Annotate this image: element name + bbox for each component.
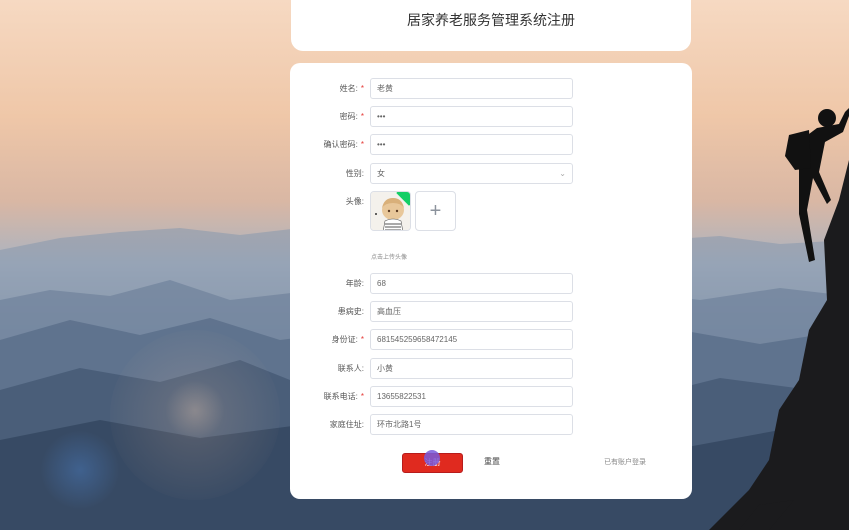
upload-hint: 点击上传头像 — [371, 255, 408, 261]
password-input[interactable]: ••• — [370, 106, 573, 127]
form-row-password: 密码: * ••• — [290, 106, 692, 128]
form-row-id-card: 身份证: * 681545259658472145 — [290, 329, 692, 351]
required-mark: * — [360, 84, 364, 93]
field-label: 家庭住址: — [329, 420, 364, 429]
field-label: 年龄: — [345, 279, 364, 288]
required-mark: * — [360, 335, 364, 344]
form-row-gender: 性别: 女 ⌄ — [290, 163, 692, 185]
field-label: 联系人: — [337, 364, 364, 373]
plus-icon: + — [429, 199, 442, 222]
page-title: 居家养老服务管理系统注册 — [407, 11, 575, 28]
field-label: 密码: * — [339, 112, 364, 121]
age-input[interactable]: 68 — [370, 273, 573, 294]
form-row-avatar: 头像: — [290, 191, 692, 213]
contact-person-input[interactable]: 小黄 — [370, 358, 573, 379]
field-label: 联系电话: * — [323, 392, 364, 401]
name-input[interactable]: 老黄 — [370, 78, 573, 99]
field-label: 性别: — [345, 169, 364, 178]
form-row-age: 年龄: 68 — [290, 273, 692, 295]
medical-history-input[interactable]: 高血压 — [370, 301, 573, 322]
avatar-thumbnail[interactable] — [370, 191, 411, 231]
reset-button[interactable]: 重置 — [484, 456, 500, 467]
registration-form: 姓名: * 老黄 密码: * ••• 确认密码: * ••• 性别: 女 ⌄ 头像: — [290, 63, 692, 499]
page-title-card: 居家养老服务管理系统注册 — [291, 0, 691, 51]
form-row-address: 家庭住址: 环市北路1号 — [290, 414, 692, 436]
phone-input[interactable]: 13655822531 — [370, 386, 573, 407]
chevron-down-icon: ⌄ — [559, 169, 566, 178]
form-row-phone: 联系电话: * 13655822531 — [290, 386, 692, 408]
field-label: 姓名: * — [339, 84, 364, 93]
field-label: 身份证: * — [331, 335, 364, 344]
form-row-contact-person: 联系人: 小黄 — [290, 358, 692, 380]
mouse-cursor-indicator — [424, 450, 440, 466]
form-row-medical-history: 患病史: 高血压 — [290, 301, 692, 323]
required-mark: * — [360, 112, 364, 121]
confirm-password-input[interactable]: ••• — [370, 134, 573, 155]
login-link[interactable]: 已有账户登录 — [604, 457, 646, 467]
upload-avatar-button[interactable]: + — [415, 191, 456, 231]
field-label: 确认密码: * — [323, 140, 364, 149]
form-row-confirm-password: 确认密码: * ••• — [290, 134, 692, 156]
lens-flare — [165, 380, 225, 440]
id-card-input[interactable]: 681545259658472145 — [370, 329, 573, 350]
address-input[interactable]: 环市北路1号 — [370, 414, 573, 435]
gender-select-value: 女 — [377, 169, 385, 178]
field-label: 头像: — [345, 197, 364, 206]
gender-select[interactable]: 女 ⌄ — [370, 163, 573, 184]
lens-flare — [40, 430, 120, 510]
form-row-name: 姓名: * 老黄 — [290, 78, 692, 100]
required-mark: * — [360, 392, 364, 401]
field-label: 患病史: — [337, 307, 364, 316]
required-mark: * — [360, 140, 364, 149]
